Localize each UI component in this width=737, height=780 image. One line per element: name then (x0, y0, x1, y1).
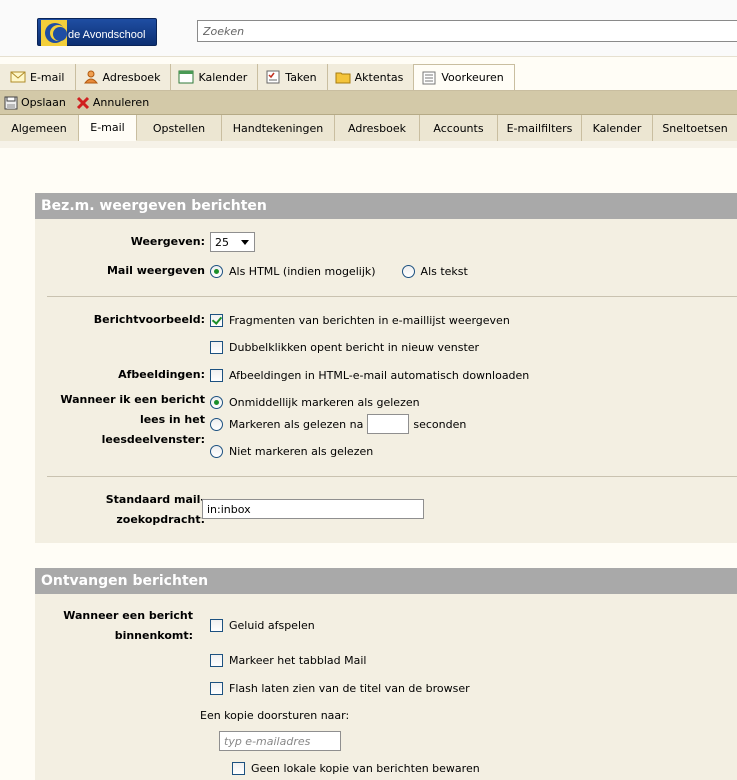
app-tab-briefcase[interactable]: Aktentas (327, 64, 415, 90)
tab-accounts[interactable]: Accounts (420, 115, 498, 141)
read-pane-label-1: Wanneer ik een bericht (60, 393, 205, 406)
tab-compose[interactable]: Opstellen (137, 115, 222, 141)
mark-after-seconds-input[interactable] (367, 414, 410, 434)
save-icon (4, 96, 18, 110)
radio-mark-after[interactable] (210, 417, 223, 431)
show-count-label: Weergeven: (130, 235, 205, 248)
forward-email-input[interactable] (219, 731, 341, 751)
app-tab-label: Taken (285, 70, 317, 84)
checkbox-auto-download-images[interactable] (210, 369, 223, 382)
tab-shortcuts[interactable]: Sneltoetsen (653, 115, 737, 141)
checkbox-no-local-copy[interactable] (232, 762, 245, 775)
tab-signatures[interactable]: Handtekeningen (222, 115, 335, 141)
tab-general[interactable]: Algemeen (0, 115, 79, 141)
divider (47, 476, 737, 477)
radio-html[interactable] (210, 265, 223, 278)
app-logo[interactable]: de Avondschool (37, 18, 157, 46)
app-tab-label: Aktentas (354, 70, 404, 84)
briefcase-icon (335, 70, 351, 84)
cancel-button[interactable]: Annuleren (76, 96, 149, 110)
app-tab-label: Voorkeuren (441, 71, 504, 84)
preferences-icon (421, 71, 437, 85)
radio-never-mark[interactable] (210, 445, 223, 458)
top-header: de Avondschool (0, 0, 737, 57)
divider (47, 296, 737, 297)
checkbox-snippets[interactable] (210, 314, 223, 327)
forward-copy-label: Een kopie doorsturen naar: (200, 709, 350, 722)
envelope-icon (10, 70, 26, 84)
moon-logo-icon (41, 20, 67, 46)
tab-addressbook[interactable]: Adresboek (335, 115, 420, 141)
cancel-label: Annuleren (92, 96, 150, 109)
calendar-icon (178, 70, 194, 84)
default-search-label-1: Standaard mail- (105, 493, 205, 506)
tab-email[interactable]: E-mail (79, 115, 137, 141)
arrival-label-1: Wanneer een bericht (63, 609, 193, 622)
logo-text: de Avondschool (68, 29, 146, 41)
search-input[interactable] (197, 20, 737, 42)
read-pane-label-3: leesdeelvenster: (101, 433, 205, 446)
app-tabs: E-mail Adresboek Kalender Taken Aktentas… (0, 57, 737, 91)
mail-display-label: Mail weergeven (106, 264, 205, 277)
radio-mark-immediately[interactable] (210, 396, 223, 409)
cancel-icon (76, 96, 90, 110)
toolbar: Opslaan Annuleren (0, 91, 737, 115)
images-label: Afbeeldingen: (118, 368, 205, 381)
save-button[interactable]: Opslaan (4, 96, 66, 110)
default-search-input[interactable] (202, 499, 424, 519)
show-count-select[interactable]: 25 (210, 232, 255, 252)
section-message-display: Bez.m. weergeven berichten Weergeven: 25… (35, 193, 737, 543)
tab-calendar[interactable]: Kalender (582, 115, 653, 141)
arrival-label-2: binnenkomt: (114, 629, 193, 642)
app-tab-calendar[interactable]: Kalender (171, 64, 259, 90)
section-title: Bez.m. weergeven berichten (35, 193, 737, 219)
app-tab-preferences[interactable]: Voorkeuren (414, 64, 515, 90)
preferences-content: Bez.m. weergeven berichten Weergeven: 25… (0, 148, 737, 780)
contacts-icon (83, 70, 99, 84)
section-title: Ontvangen berichten (35, 568, 737, 594)
app-tab-addressbook[interactable]: Adresboek (75, 64, 172, 90)
app-tab-tasks[interactable]: Taken (258, 64, 328, 90)
read-pane-label-2: lees in het (139, 413, 205, 426)
app-tab-label: Adresboek (102, 70, 161, 84)
app-tab-label: Kalender (198, 70, 248, 84)
radio-text[interactable] (401, 265, 415, 278)
app-tab-label: E-mail (30, 70, 65, 84)
preference-tabs: Algemeen E-mail Opstellen Handtekeningen… (0, 115, 737, 141)
default-search-label-2: zoekopdracht: (116, 513, 205, 526)
tasks-icon (265, 70, 281, 84)
tab-email-filters[interactable]: E-mailfilters (498, 115, 582, 141)
app-tab-email[interactable]: E-mail (0, 64, 76, 90)
checkbox-play-sound[interactable] (210, 619, 223, 632)
preview-label: Berichtvoorbeeld: (93, 313, 205, 326)
checkbox-mark-mail-tab[interactable] (210, 654, 223, 667)
save-label: Opslaan (21, 96, 66, 109)
checkbox-flash-browser-title[interactable] (210, 682, 223, 695)
section-receive-messages: Ontvangen berichten Wanneer een bericht … (35, 568, 737, 780)
chevron-down-icon (241, 239, 249, 245)
checkbox-dblclick-new-window[interactable] (210, 341, 223, 354)
